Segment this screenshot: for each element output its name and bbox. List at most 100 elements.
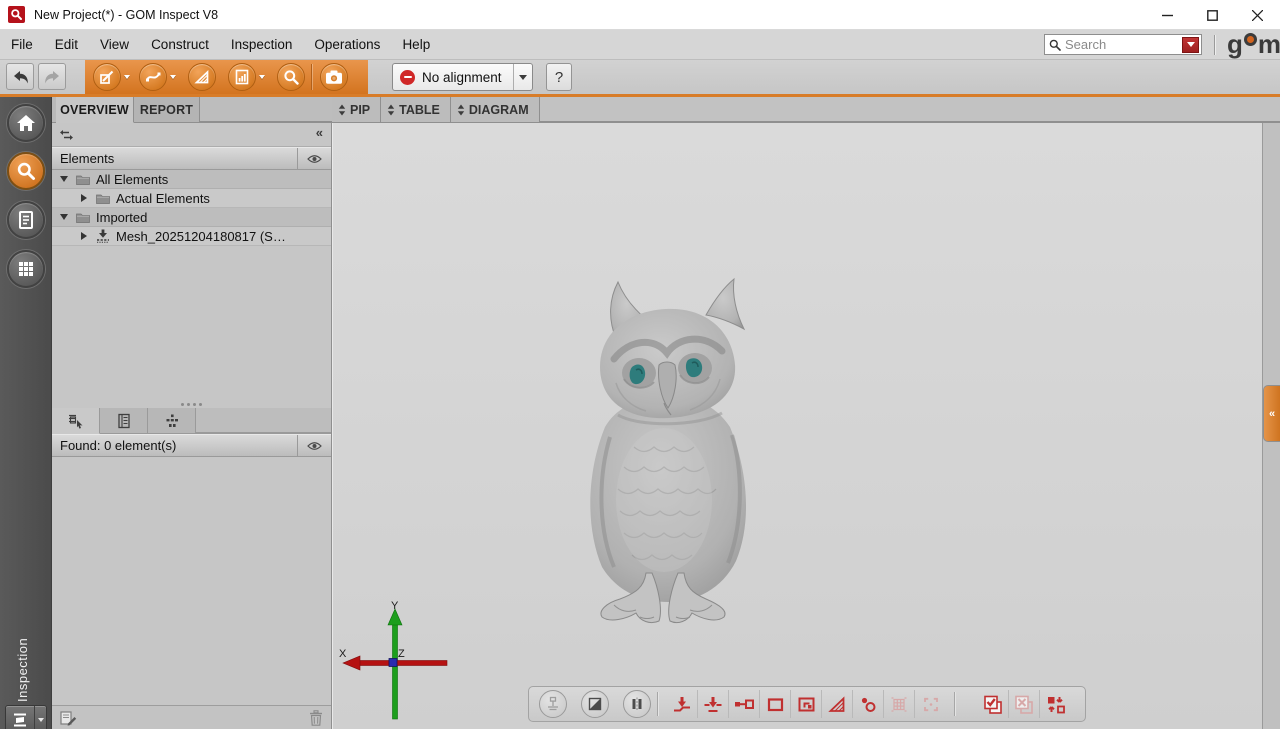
select-through-button[interactable]	[978, 690, 1009, 718]
tab-strip-gap	[200, 97, 332, 122]
redo-button[interactable]	[38, 63, 66, 90]
tree-row-imported[interactable]: Imported	[52, 208, 331, 227]
minimize-button[interactable]	[1145, 0, 1190, 30]
expand-selection-button-disabled[interactable]	[915, 690, 946, 718]
eye-icon	[307, 154, 322, 164]
grid-icon	[17, 260, 35, 278]
magnifier-logo-icon	[10, 8, 23, 21]
swap-arrows-icon[interactable]	[59, 129, 74, 141]
rectangle-zoom-button[interactable]	[791, 690, 822, 718]
expander-open-icon[interactable]	[60, 214, 68, 220]
inspection-tool-dropdown[interactable]	[34, 706, 46, 729]
3d-viewport[interactable]: Y X Z	[332, 123, 1262, 729]
expander-open-icon[interactable]	[60, 176, 68, 182]
corner-brackets-icon	[922, 696, 940, 713]
elements-explorer-panel: « Elements All Elements	[52, 123, 332, 729]
tab-strip-rest	[540, 97, 1280, 122]
rectangle-select-button[interactable]	[760, 690, 791, 718]
grid-button-disabled[interactable]	[884, 690, 915, 718]
workflow-sidebar: Inspection	[0, 97, 52, 729]
explore-button[interactable]	[7, 152, 45, 190]
deselect-button-disabled[interactable]	[1009, 690, 1040, 718]
split-arrow-button[interactable]	[698, 690, 729, 718]
close-button[interactable]	[1235, 0, 1280, 30]
element-tree: All Elements Actual Elements Imported	[52, 170, 331, 246]
tree-row-actual-elements[interactable]: Actual Elements	[52, 189, 331, 208]
owl-mesh[interactable]	[556, 275, 776, 625]
found-visibility-toggle[interactable]	[297, 435, 331, 456]
half-square-icon	[587, 696, 603, 712]
logo-letter-m: m	[1258, 31, 1280, 57]
invert-selection-button[interactable]	[1040, 690, 1071, 718]
snapshot-button[interactable]	[320, 63, 348, 91]
chevron-down-icon[interactable]	[170, 75, 176, 79]
search-box[interactable]	[1044, 34, 1202, 55]
probe-button[interactable]	[539, 690, 567, 718]
report-button[interactable]	[228, 63, 256, 91]
alignment-value: No alignment	[422, 70, 513, 85]
alignment-select[interactable]: No alignment	[392, 63, 533, 91]
chevron-down-icon	[38, 718, 44, 722]
alignment-dropdown-button[interactable]	[513, 64, 532, 90]
no-alignment-icon	[400, 70, 415, 85]
chevron-down-icon[interactable]	[124, 75, 130, 79]
connector-button[interactable]	[729, 690, 760, 718]
menu-inspection[interactable]: Inspection	[220, 30, 304, 60]
inspection-tool-button[interactable]	[5, 705, 47, 729]
panel-splitter[interactable]	[52, 400, 331, 408]
gom-logo: g m	[1227, 31, 1280, 57]
inspect-search-button[interactable]	[277, 63, 305, 91]
construct-plane-button[interactable]	[93, 63, 121, 91]
triangle-measure-button[interactable]	[822, 690, 853, 718]
clip-to-surface-button[interactable]	[667, 690, 698, 718]
help-button[interactable]: ?	[546, 63, 572, 91]
tab-table[interactable]: TABLE	[381, 97, 451, 123]
tab-element-list[interactable]	[52, 408, 100, 434]
expand-right-panel-button[interactable]: «	[1263, 385, 1280, 442]
tab-section-view[interactable]	[100, 408, 148, 434]
tab-stages[interactable]	[148, 408, 196, 434]
expander-closed-icon[interactable]	[81, 194, 87, 202]
figure-icon	[164, 413, 180, 429]
undo-icon	[11, 69, 30, 85]
tab-pip[interactable]: PIP	[332, 97, 381, 123]
measure-angle-button[interactable]	[188, 63, 216, 91]
main-toolbar: No alignment ?	[0, 60, 1280, 94]
tree-row-all-elements[interactable]: All Elements	[52, 170, 331, 189]
tab-table-label: TABLE	[399, 103, 440, 117]
chevron-down-icon[interactable]	[259, 75, 265, 79]
menu-help[interactable]: Help	[391, 30, 441, 60]
x-box-icon	[1014, 695, 1034, 714]
menu-file[interactable]: File	[0, 30, 44, 60]
background-toggle-button[interactable]	[581, 690, 609, 718]
found-header: Found: 0 element(s)	[52, 434, 331, 457]
rectangle-corner-icon	[797, 696, 816, 713]
expander-closed-icon[interactable]	[81, 232, 87, 240]
apps-grid-button[interactable]	[7, 250, 45, 288]
point-select-button[interactable]	[853, 690, 884, 718]
menu-edit[interactable]: Edit	[44, 30, 89, 60]
collapse-panel-button[interactable]: «	[316, 125, 323, 140]
tab-diagram[interactable]: DIAGRAM	[451, 97, 540, 123]
search-input[interactable]	[1065, 37, 1182, 52]
visibility-toggle[interactable]	[297, 148, 331, 169]
construct-curve-button[interactable]	[139, 63, 167, 91]
maximize-button[interactable]	[1190, 0, 1235, 30]
maximize-icon	[1207, 10, 1218, 21]
updown-icon	[457, 104, 465, 116]
trash-icon[interactable]	[309, 710, 323, 726]
tree-row-mesh[interactable]: Mesh_20251204180817 (S…	[52, 227, 331, 246]
home-button[interactable]	[7, 104, 45, 142]
report-page-button[interactable]	[7, 201, 45, 239]
tab-report[interactable]: REPORT	[134, 97, 200, 123]
search-dropdown-button[interactable]	[1182, 37, 1199, 53]
chevron-down-icon	[1187, 42, 1195, 47]
checked-box-icon	[983, 695, 1003, 714]
undo-button[interactable]	[6, 63, 34, 90]
tab-overview[interactable]: OVERVIEW	[56, 97, 134, 123]
edit-tags-icon[interactable]	[60, 710, 77, 726]
menu-view[interactable]: View	[89, 30, 140, 60]
menu-operations[interactable]: Operations	[303, 30, 391, 60]
split-view-button[interactable]	[623, 690, 651, 718]
menu-construct[interactable]: Construct	[140, 30, 220, 60]
